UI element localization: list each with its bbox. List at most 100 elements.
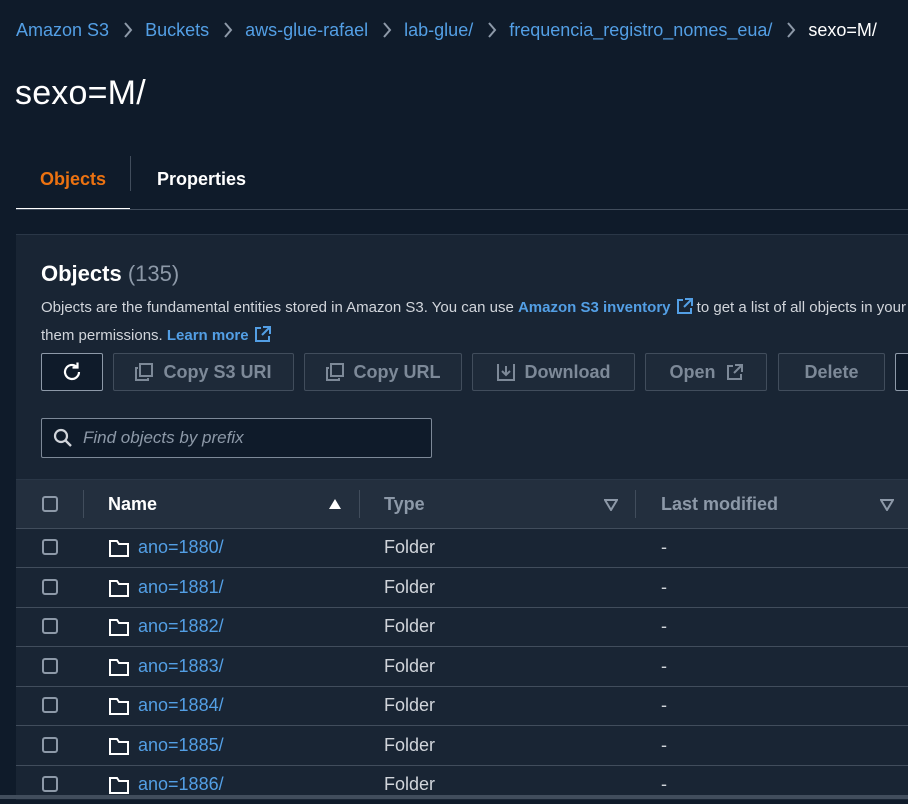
row-checkbox[interactable] [42, 658, 58, 674]
type-cell: Folder [384, 537, 436, 557]
breadcrumb-bucket[interactable]: aws-glue-rafael [245, 20, 368, 41]
chevron-right-icon [382, 22, 392, 38]
folder-link[interactable]: ano=1881/ [138, 577, 224, 598]
table-row: ano=1884/ Folder - [16, 686, 908, 726]
folder-icon [109, 579, 129, 597]
last-modified-cell: - [661, 695, 667, 715]
column-divider [359, 490, 360, 518]
breadcrumb-frequencia[interactable]: frequencia_registro_nomes_eua/ [509, 20, 772, 41]
folder-link[interactable]: ano=1880/ [138, 537, 224, 558]
chevron-right-icon [123, 22, 133, 38]
type-cell: Folder [384, 695, 436, 715]
table-row: ano=1880/ Folder - [16, 528, 908, 568]
copy-s3-uri-button[interactable]: Copy S3 URI [113, 353, 294, 391]
folder-link[interactable]: ano=1885/ [138, 735, 224, 756]
folder-link[interactable]: ano=1884/ [138, 695, 224, 716]
row-checkbox[interactable] [42, 697, 58, 713]
row-checkbox[interactable] [42, 539, 58, 555]
folder-icon [109, 697, 129, 715]
breadcrumb-buckets[interactable]: Buckets [145, 20, 209, 41]
folder-icon [109, 539, 129, 557]
folder-link[interactable]: ano=1883/ [138, 656, 224, 677]
last-modified-cell: - [661, 616, 667, 636]
folder-icon [109, 737, 129, 755]
objects-count: (135) [127, 261, 180, 286]
download-button[interactable]: Download [472, 353, 635, 391]
tab-properties[interactable]: Properties [157, 150, 246, 208]
last-modified-cell: - [661, 577, 667, 597]
row-checkbox[interactable] [42, 776, 58, 792]
objects-header: Objects (135) [41, 261, 179, 287]
breadcrumb-lab-glue[interactable]: lab-glue/ [404, 20, 473, 41]
objects-panel: Objects (135) Objects are the fundamenta… [16, 234, 908, 800]
table-row: ano=1881/ Folder - [16, 568, 908, 608]
external-link-icon [726, 363, 743, 381]
external-link-icon [254, 326, 271, 351]
name-cell: ano=1880/ [109, 528, 224, 567]
row-checkbox[interactable] [42, 737, 58, 753]
column-header-name[interactable]: Name [108, 480, 157, 528]
tab-baseline [16, 209, 908, 210]
type-cell: Folder [384, 577, 436, 597]
tab-divider [130, 156, 131, 191]
horizontal-scrollbar[interactable] [0, 795, 908, 799]
copy-s3-uri-label: Copy S3 URI [163, 361, 272, 382]
delete-label: Delete [804, 361, 859, 382]
row-checkbox[interactable] [42, 579, 58, 595]
open-button[interactable]: Open [645, 353, 767, 391]
chevron-right-icon [487, 22, 497, 38]
table-row: ano=1882/ Folder - [16, 607, 908, 647]
breadcrumb-amazon-s3[interactable]: Amazon S3 [16, 20, 109, 41]
objects-description: Objects are the fundamental entities sto… [41, 295, 908, 351]
description-text: Objects are the fundamental entities sto… [41, 299, 518, 316]
type-cell: Folder [384, 656, 436, 676]
copy-icon [135, 363, 154, 381]
chevron-right-icon [223, 22, 233, 38]
last-modified-cell: - [661, 537, 667, 557]
breadcrumb-current: sexo=M/ [808, 19, 877, 40]
copy-url-label: Copy URL [353, 361, 441, 382]
refresh-button[interactable] [41, 353, 103, 391]
search-input[interactable] [83, 428, 413, 448]
column-divider [83, 490, 84, 518]
open-label: Open [669, 361, 716, 382]
table-header: Name Type Last modified [16, 479, 908, 529]
column-divider [635, 490, 636, 518]
inventory-link[interactable]: Amazon S3 inventory [517, 298, 693, 316]
tab-bar: Objects Properties [16, 150, 908, 210]
folder-link[interactable]: ano=1886/ [138, 774, 224, 795]
refresh-icon [61, 361, 83, 383]
learn-more-link[interactable]: Learn more [166, 326, 271, 344]
actions-button[interactable] [895, 353, 908, 391]
sort-descending-icon[interactable] [880, 499, 894, 511]
column-header-type[interactable]: Type [384, 480, 425, 528]
download-icon [496, 363, 515, 381]
name-cell: ano=1881/ [109, 568, 224, 607]
breadcrumb: Amazon S3 Buckets aws-glue-rafael lab-gl… [16, 18, 877, 42]
folder-icon [109, 658, 129, 676]
inventory-link-label: Amazon S3 inventory [517, 299, 671, 316]
column-header-last-modified[interactable]: Last modified [661, 480, 778, 528]
copy-url-button[interactable]: Copy URL [304, 353, 462, 391]
name-cell: ano=1882/ [109, 607, 224, 646]
download-label: Download [524, 361, 611, 382]
page-title: sexo=M/ [15, 74, 146, 112]
row-checkbox[interactable] [42, 618, 58, 634]
sort-descending-icon[interactable] [604, 499, 618, 511]
learn-more-label: Learn more [166, 327, 249, 344]
chevron-right-icon [786, 22, 796, 38]
folder-icon [109, 618, 129, 636]
delete-button[interactable]: Delete [778, 353, 885, 391]
description-text-suffix: to get a list of all objects in your buc… [696, 299, 908, 316]
table-row: ano=1885/ Folder - [16, 726, 908, 766]
last-modified-cell: - [661, 656, 667, 676]
folder-link[interactable]: ano=1882/ [138, 616, 224, 637]
external-link-icon [676, 298, 693, 323]
copy-icon [325, 363, 344, 381]
objects-title: Objects [41, 261, 122, 286]
select-all-checkbox[interactable] [42, 496, 58, 512]
tab-objects[interactable]: Objects [16, 150, 130, 210]
sort-ascending-icon[interactable] [328, 498, 342, 510]
description-text-2: them permissions. [41, 327, 167, 344]
last-modified-cell: - [661, 735, 667, 755]
